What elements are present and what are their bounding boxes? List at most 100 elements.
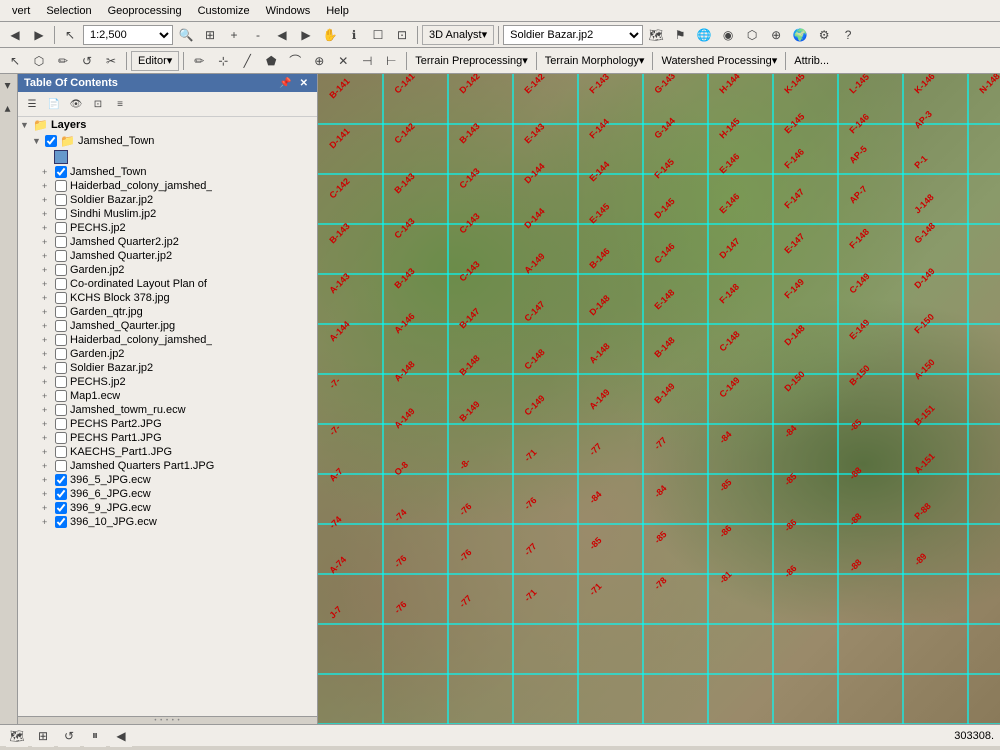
layer-checkbox-5[interactable] bbox=[55, 236, 67, 248]
tree-item-23[interactable]: +396_6_JPG.ecw bbox=[18, 487, 317, 501]
layer-checkbox-19[interactable] bbox=[55, 432, 67, 444]
vtab-2[interactable]: ▼ bbox=[0, 97, 17, 120]
vtab-1[interactable]: ▲ bbox=[0, 74, 17, 97]
clear-selection[interactable]: ☐ bbox=[367, 24, 389, 46]
menu-geoprocessing[interactable]: Geoprocessing bbox=[100, 3, 190, 19]
status-scroll-left[interactable]: ◀ bbox=[110, 725, 132, 747]
menu-customize[interactable]: Customize bbox=[190, 3, 258, 19]
toc-pin-btn[interactable]: 📌 bbox=[276, 78, 294, 89]
tree-item-1[interactable]: +Haiderbad_colony_jamshed_ bbox=[18, 179, 317, 193]
node-tool[interactable]: ⊹ bbox=[212, 50, 234, 72]
layer-checkbox-9[interactable] bbox=[55, 292, 67, 304]
layer-icon2[interactable]: ⚑ bbox=[669, 24, 691, 46]
move-tool[interactable]: ⊕ bbox=[308, 50, 330, 72]
layer-checkbox-4[interactable] bbox=[55, 222, 67, 234]
editor-btn[interactable]: Editor▾ bbox=[131, 51, 179, 71]
split-tool[interactable]: ⊣ bbox=[356, 50, 378, 72]
tree-item-10[interactable]: +Garden_qtr.jpg bbox=[18, 305, 317, 319]
toc-options-btn[interactable]: ≡ bbox=[110, 94, 130, 114]
back-extent[interactable]: ◀ bbox=[271, 24, 293, 46]
layer-checkbox-20[interactable] bbox=[55, 446, 67, 458]
rotate-tool[interactable]: ↺ bbox=[76, 50, 98, 72]
zoom-in[interactable]: 🔍 bbox=[175, 24, 197, 46]
jamshed-checkbox[interactable] bbox=[45, 135, 57, 147]
tree-item-5[interactable]: +Jamshed Quarter2.jp2 bbox=[18, 235, 317, 249]
select-tool[interactable]: ↖ bbox=[59, 24, 81, 46]
tree-item-21[interactable]: +Jamshed Quarters Part1.JPG bbox=[18, 459, 317, 473]
tree-item-8[interactable]: +Co-ordinated Layout Plan of bbox=[18, 277, 317, 291]
layers-group-header[interactable]: ▼ 📁 Layers bbox=[18, 117, 317, 133]
layer-checkbox-6[interactable] bbox=[55, 250, 67, 262]
layer-icon1[interactable]: 🗺 bbox=[645, 24, 667, 46]
layer-checkbox-25[interactable] bbox=[55, 516, 67, 528]
tree-item-0[interactable]: +Jamshed_Town bbox=[18, 165, 317, 179]
layer-checkbox-13[interactable] bbox=[55, 348, 67, 360]
scale-dropdown[interactable]: 1:2,500 bbox=[83, 25, 173, 45]
layer-checkbox-2[interactable] bbox=[55, 194, 67, 206]
identify-tool[interactable]: ℹ bbox=[343, 24, 365, 46]
tree-item-22[interactable]: +396_5_JPG.ecw bbox=[18, 473, 317, 487]
delete-tool[interactable]: ✕ bbox=[332, 50, 354, 72]
arc-tool[interactable]: ⌒ bbox=[284, 50, 306, 72]
menu-windows[interactable]: Windows bbox=[258, 3, 319, 19]
tree-item-15[interactable]: +PECHS.jp2 bbox=[18, 375, 317, 389]
status-refresh-btn[interactable]: ↺ bbox=[58, 725, 80, 747]
tree-item-2[interactable]: +Soldier Bazar.jp2 bbox=[18, 193, 317, 207]
layer-checkbox-10[interactable] bbox=[55, 306, 67, 318]
layer-checkbox-14[interactable] bbox=[55, 362, 67, 374]
menu-selection[interactable]: Selection bbox=[38, 3, 99, 19]
tree-item-7[interactable]: +Garden.jp2 bbox=[18, 263, 317, 277]
menu-vert[interactable]: vert bbox=[4, 3, 38, 19]
tree-item-11[interactable]: +Jamshed_Qaurter.jpg bbox=[18, 319, 317, 333]
jamshed-sub-item[interactable] bbox=[18, 149, 317, 165]
pencil-tool[interactable]: ✏ bbox=[188, 50, 210, 72]
tree-item-18[interactable]: +PECHS Part2.JPG bbox=[18, 417, 317, 431]
layer-checkbox-0[interactable] bbox=[55, 166, 67, 178]
layer-icon4[interactable]: ◉ bbox=[717, 24, 739, 46]
tree-item-13[interactable]: +Garden.jp2 bbox=[18, 347, 317, 361]
settings-btn[interactable]: ⚙ bbox=[813, 24, 835, 46]
fwd-extent[interactable]: ▶ bbox=[295, 24, 317, 46]
tree-item-20[interactable]: +KAECHS_Part1.JPG bbox=[18, 445, 317, 459]
layer-select[interactable]: Soldier Bazar.jp2 bbox=[503, 25, 643, 45]
polygon-tool[interactable]: ⬟ bbox=[260, 50, 282, 72]
layer-checkbox-3[interactable] bbox=[55, 208, 67, 220]
layer-checkbox-11[interactable] bbox=[55, 320, 67, 332]
merge-tool[interactable]: ⊢ bbox=[380, 50, 402, 72]
edit-vertices[interactable]: ⬡ bbox=[28, 50, 50, 72]
layer-icon5[interactable]: ⬡ bbox=[741, 24, 763, 46]
layer-checkbox-22[interactable] bbox=[55, 474, 67, 486]
tree-item-17[interactable]: +Jamshed_towm_ru.ecw bbox=[18, 403, 317, 417]
globe-btn[interactable]: 🌍 bbox=[789, 24, 811, 46]
tree-item-jamshed-town[interactable]: ▼ 📁 Jamshed_Town bbox=[18, 133, 317, 149]
status-grid-btn[interactable]: ⊞ bbox=[32, 725, 54, 747]
toc-source-btn[interactable]: 📄 bbox=[44, 94, 64, 114]
tree-item-25[interactable]: +396_10_JPG.ecw bbox=[18, 515, 317, 529]
tree-item-14[interactable]: +Soldier Bazar.jp2 bbox=[18, 361, 317, 375]
layer-checkbox-15[interactable] bbox=[55, 376, 67, 388]
toc-select-btn[interactable]: ⊡ bbox=[88, 94, 108, 114]
select-features[interactable]: ⊡ bbox=[391, 24, 413, 46]
layer-checkbox-7[interactable] bbox=[55, 264, 67, 276]
full-extent[interactable]: ⊞ bbox=[199, 24, 221, 46]
tree-item-6[interactable]: +Jamshed Quarter.jp2 bbox=[18, 249, 317, 263]
tree-item-24[interactable]: +396_9_JPG.ecw bbox=[18, 501, 317, 515]
tree-item-12[interactable]: +Haiderbad_colony_jamshed_ bbox=[18, 333, 317, 347]
pan-tool[interactable]: ✋ bbox=[319, 24, 341, 46]
layer-checkbox-21[interactable] bbox=[55, 460, 67, 472]
tree-item-9[interactable]: +KCHS Block 378.jpg bbox=[18, 291, 317, 305]
sketch-tool[interactable]: ✏ bbox=[52, 50, 74, 72]
layer-checkbox-18[interactable] bbox=[55, 418, 67, 430]
layer-checkbox-12[interactable] bbox=[55, 334, 67, 346]
3d-analyst-btn[interactable]: 3D Analyst▾ bbox=[422, 25, 494, 45]
layer-checkbox-1[interactable] bbox=[55, 180, 67, 192]
toc-list-btn[interactable]: ☰ bbox=[22, 94, 42, 114]
toc-visibility-btn[interactable]: 👁 bbox=[66, 94, 86, 114]
fixed-zoom-out[interactable]: - bbox=[247, 24, 269, 46]
help-q-btn[interactable]: ? bbox=[837, 24, 859, 46]
status-pause-btn[interactable]: ⏸ bbox=[84, 725, 106, 747]
line-tool[interactable]: ╱ bbox=[236, 50, 258, 72]
toc-close-btn[interactable]: ✕ bbox=[297, 78, 311, 89]
cut-tool[interactable]: ✂ bbox=[100, 50, 122, 72]
layer-icon6[interactable]: ⊕ bbox=[765, 24, 787, 46]
